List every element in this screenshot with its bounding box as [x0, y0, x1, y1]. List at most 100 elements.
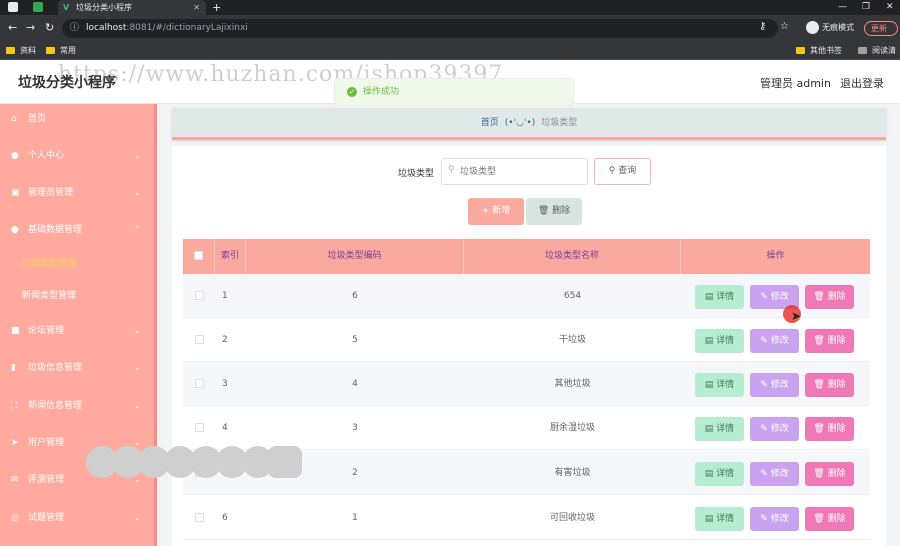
cell-name: 厨余湿垃圾: [549, 423, 595, 433]
exam-icon: ◎: [11, 513, 19, 523]
user-icon: ●: [11, 151, 19, 161]
browser-tab[interactable]: V 垃圾分类小程序 ✕: [58, 0, 206, 15]
sidebar-subitem-garbage-type[interactable]: 垃圾类型管理: [0, 249, 156, 279]
sidebar-item-label: 评测管理: [28, 475, 65, 485]
row-checkbox[interactable]: [194, 513, 204, 522]
chevron-down-icon: ⌄: [134, 151, 141, 160]
sidebar-item-label: 论坛管理: [28, 326, 65, 336]
logout-link[interactable]: 退出登录: [840, 75, 884, 91]
add-button[interactable]: + 新增: [468, 198, 524, 225]
detail-button[interactable]: ▤ 详情: [695, 507, 744, 531]
address-bar-area: ← → ↻ ⓘ localhost:8081/#/dictionaryLajix…: [0, 15, 900, 42]
edit-button[interactable]: ✎ 修改: [750, 462, 799, 486]
sidebar-item-admins[interactable]: ▣ 管理员管理 ⌄: [0, 178, 156, 208]
cell-index: 4: [222, 423, 228, 433]
update-button[interactable]: 更新: [864, 21, 898, 36]
bulk-delete-button[interactable]: 🗑 删除: [526, 198, 582, 225]
pinned-tab-icon[interactable]: [33, 2, 43, 12]
bookmark-label: 资料: [20, 46, 36, 55]
other-bookmarks[interactable]: 其他书签: [796, 44, 842, 58]
cell-index: 6: [222, 513, 228, 523]
admin-icon: ▣: [11, 188, 20, 198]
close-tab-icon[interactable]: ✕: [193, 0, 200, 15]
chevron-down-icon: ⌄: [134, 401, 141, 410]
sidebar-subitem-news-type[interactable]: 新闻类型管理: [0, 281, 156, 311]
star-icon[interactable]: ☆: [780, 21, 789, 33]
close-window-icon[interactable]: ✕: [886, 0, 894, 15]
sidebar-item-base-data[interactable]: ● 基础数据管理 ⌃: [0, 215, 156, 245]
table-header: 索引 垃圾类型编码 垃圾类型名称 操作: [183, 239, 870, 274]
row-checkbox[interactable]: [194, 291, 204, 300]
edit-button[interactable]: ✎ 修改: [750, 329, 799, 353]
select-all-checkbox[interactable]: [194, 251, 203, 260]
folder-icon: [796, 47, 805, 54]
sidebar-item-profile[interactable]: ● 个人中心 ⌄: [0, 141, 156, 171]
chevron-down-icon: ⌄: [134, 513, 141, 522]
delete-label: 删除: [827, 380, 846, 390]
url-input[interactable]: ⓘ localhost:8081/#/dictionaryLajixinxi: [62, 19, 778, 38]
forward-icon[interactable]: →: [26, 22, 35, 34]
detail-label: 详情: [716, 469, 735, 479]
detail-button[interactable]: ▤ 详情: [695, 417, 744, 441]
detail-button[interactable]: ▤ 详情: [695, 373, 744, 397]
detail-button[interactable]: ▤ 详情: [695, 462, 744, 486]
breadcrumb-home[interactable]: 首页: [481, 118, 499, 128]
delete-label: 删除: [827, 424, 846, 434]
cell-name: 有害垃圾: [554, 468, 591, 478]
edit-button[interactable]: ✎ 修改: [750, 507, 799, 531]
delete-button[interactable]: 🗑 删除: [805, 462, 854, 486]
edit-label: 修改: [770, 514, 789, 524]
site-info-icon[interactable]: ⓘ: [70, 19, 79, 38]
sidebar-item-home[interactable]: ⌂ 首页: [0, 104, 156, 134]
delete-button[interactable]: 🗑 删除: [805, 285, 854, 309]
minimize-icon[interactable]: —: [838, 0, 847, 15]
sidebar-item-exams[interactable]: ◎ 试题管理 ⌄: [0, 503, 156, 533]
key-icon[interactable]: ⚷: [759, 21, 766, 33]
cell-name: 654: [563, 291, 582, 301]
document-icon: ▤: [704, 424, 717, 434]
sidebar-item-garbage-info[interactable]: ▮ 垃圾信息管理 ⌄: [0, 353, 156, 383]
new-tab-button[interactable]: +: [212, 0, 221, 15]
reload-icon[interactable]: ↻: [45, 22, 54, 34]
back-icon[interactable]: ←: [8, 22, 17, 34]
update-label: 更新: [871, 24, 887, 33]
column-header-code[interactable]: 垃圾类型编码: [246, 239, 464, 274]
sidebar-item-label: 用户管理: [28, 438, 65, 448]
select-all-cell: [183, 239, 215, 274]
edit-button[interactable]: ✎ 修改: [750, 373, 799, 397]
sidebar-scrollbar[interactable]: [154, 104, 157, 546]
bookmark-folder[interactable]: 常用: [46, 44, 76, 58]
maximize-icon[interactable]: ❐: [862, 0, 870, 15]
column-header-index[interactable]: 索引: [215, 239, 246, 274]
detail-button[interactable]: ▤ 详情: [695, 285, 744, 309]
edit-label: 修改: [770, 292, 789, 302]
incognito-indicator[interactable]: 无痕模式: [806, 21, 854, 35]
row-checkbox[interactable]: [194, 335, 204, 344]
delete-button[interactable]: 🗑 删除: [805, 417, 854, 441]
delete-button[interactable]: 🗑 删除: [805, 329, 854, 353]
detail-button[interactable]: ▤ 详情: [695, 329, 744, 353]
chevron-down-icon: ⌄: [134, 363, 141, 372]
delete-button[interactable]: 🗑 删除: [805, 507, 854, 531]
table-row: 6 1 可回收垃圾 ▤ 详情 ✎ 修改 🗑 删除: [183, 496, 870, 540]
query-button[interactable]: ⚲ 查询: [594, 158, 651, 185]
cell-code: 5: [352, 335, 358, 345]
breadcrumb-separator: (•'◡'•): [504, 118, 536, 128]
edit-button[interactable]: ✎ 修改: [750, 417, 799, 441]
sidebar: ⌂ 首页 ● 个人中心 ⌄ ▣ 管理员管理 ⌄ ● 基础数据管理 ⌃ 垃圾类型管…: [0, 104, 156, 546]
bookmark-folder[interactable]: 资料: [6, 44, 36, 58]
edit-label: 修改: [770, 469, 789, 479]
sidebar-item-forum[interactable]: ■ 论坛管理 ⌄: [0, 316, 156, 346]
row-checkbox[interactable]: [194, 423, 204, 432]
trash-icon: 🗑: [813, 380, 828, 390]
row-checkbox[interactable]: [194, 379, 204, 388]
search-input[interactable]: [441, 158, 588, 185]
chrome-icon[interactable]: [8, 2, 18, 12]
column-header-name[interactable]: 垃圾类型名称: [464, 239, 681, 274]
delete-button[interactable]: 🗑 删除: [805, 373, 854, 397]
row-select-cell: [183, 362, 215, 406]
sidebar-item-news[interactable]: ⛶ 新闻信息管理 ⌄: [0, 391, 156, 421]
cell-code: 1: [352, 513, 358, 523]
breadcrumb: 首页 (•'◡'•) 垃圾类型: [172, 108, 886, 140]
edit-label: 修改: [770, 380, 789, 390]
